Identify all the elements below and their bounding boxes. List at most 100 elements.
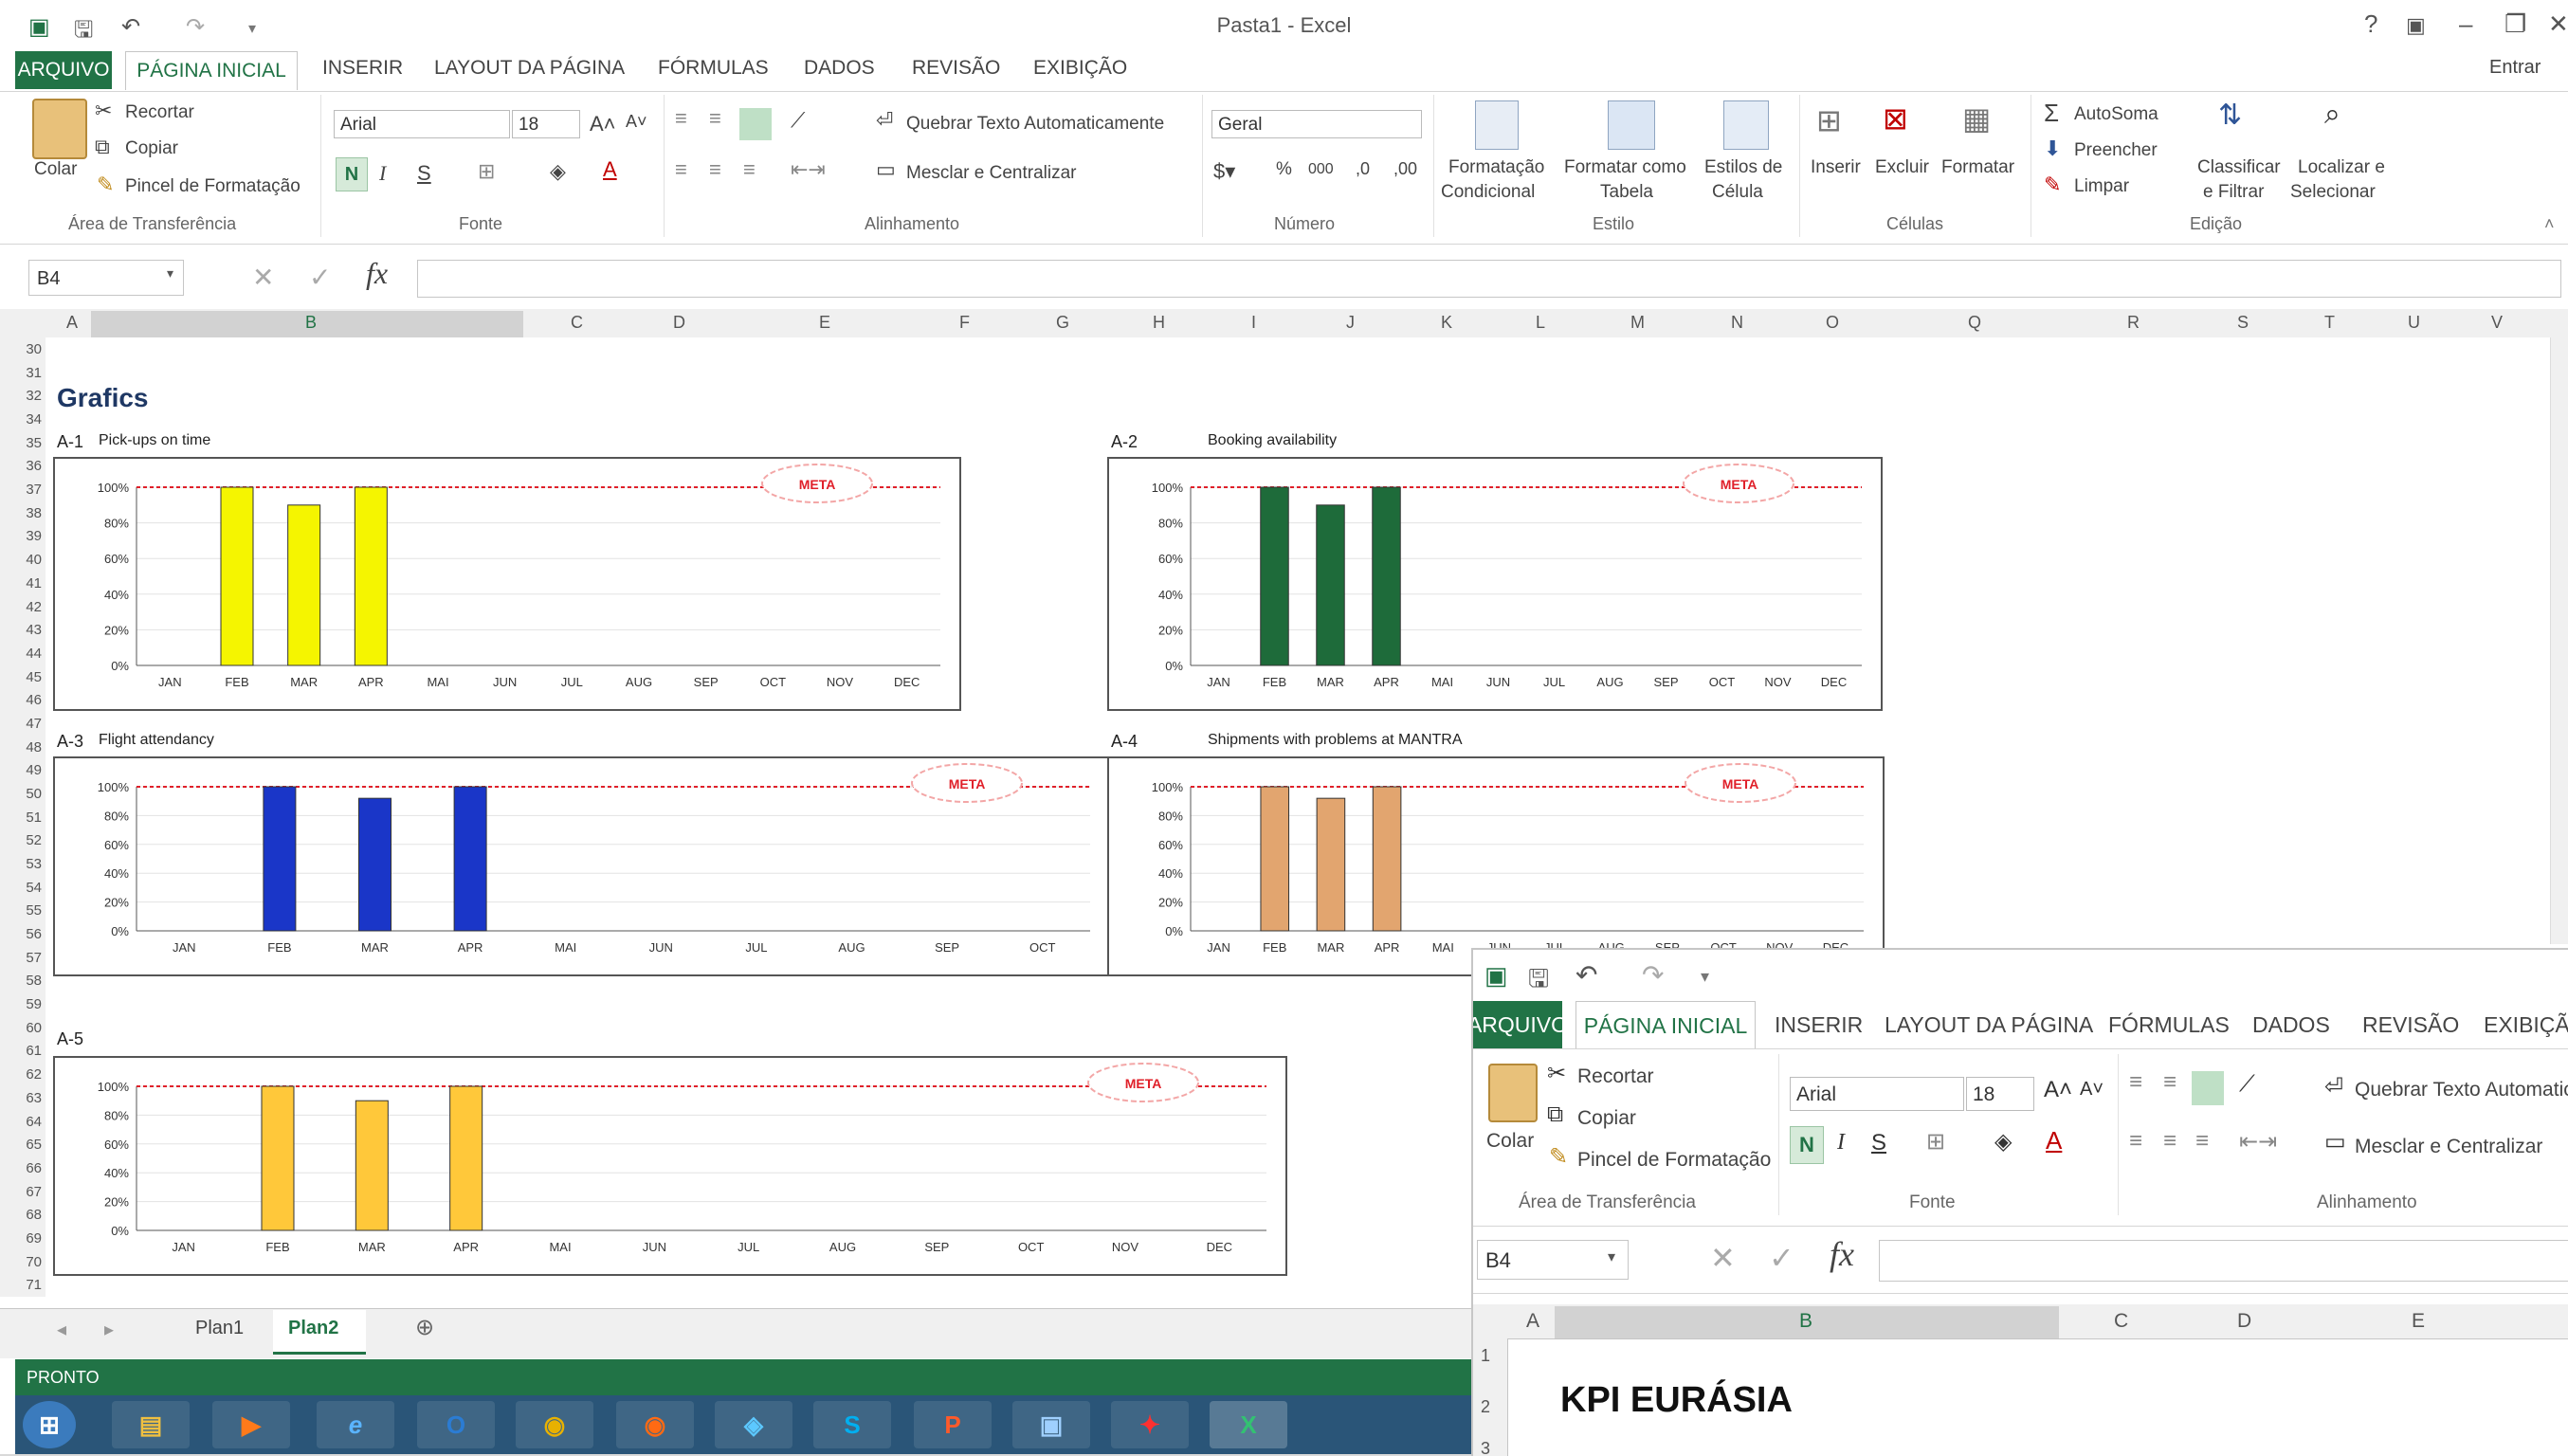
align-left-icon[interactable]: ≡ xyxy=(675,157,687,182)
vertical-scrollbar[interactable] xyxy=(2550,337,2568,944)
row-header-1[interactable]: 1 xyxy=(1481,1346,1490,1366)
row-header-64[interactable]: 64 xyxy=(4,1114,42,1130)
column-header-f[interactable]: F xyxy=(959,313,970,333)
column-header-u[interactable]: U xyxy=(2408,313,2420,333)
start-icon[interactable]: ⊞ xyxy=(23,1401,76,1448)
tab-page-layout[interactable]: LAYOUT DA PÁGINA xyxy=(434,57,625,80)
chart-a4[interactable]: 100%80%60%40%20%0%METAJANFEBMARAPRMAIJUN… xyxy=(1107,756,1885,976)
italic-button[interactable]: I xyxy=(1837,1130,1845,1156)
tab-view[interactable]: EXIBIÇÃO xyxy=(2484,1012,2568,1038)
help-icon[interactable]: ? xyxy=(2364,9,2377,39)
column-header-k[interactable]: K xyxy=(1441,313,1452,333)
column-header-s[interactable]: S xyxy=(2237,313,2249,333)
row-header-68[interactable]: 68 xyxy=(4,1207,42,1223)
tab-data[interactable]: DADOS xyxy=(2252,1012,2330,1038)
customize-icon[interactable]: ▾ xyxy=(1701,967,1709,987)
enter-icon[interactable]: ✓ xyxy=(1769,1240,1794,1276)
conditional-formatting-button-line2[interactable]: Condicional xyxy=(1441,182,1535,203)
column-header-b[interactable]: B xyxy=(305,313,317,333)
row-header-53[interactable]: 53 xyxy=(4,856,42,872)
column-header-b[interactable]: B xyxy=(1799,1310,1812,1333)
borders-icon[interactable]: ⊞ xyxy=(478,159,495,184)
cell-styles-button-line2[interactable]: Célula xyxy=(1712,182,1763,203)
row-header-50[interactable]: 50 xyxy=(4,786,42,802)
excel-icon[interactable]: X xyxy=(1210,1401,1287,1448)
increase-decimal-icon[interactable]: ,0 xyxy=(1356,159,1370,179)
name-box-dropdown-icon[interactable]: ▾ xyxy=(167,265,173,282)
align-top-icon[interactable]: ≡ xyxy=(675,106,687,131)
find-select-button-line2[interactable]: Selecionar xyxy=(2290,182,2376,203)
sheet-tab-plan1[interactable]: Plan1 xyxy=(195,1318,244,1339)
align-center-icon[interactable]: ≡ xyxy=(2163,1128,2176,1155)
row-header-34[interactable]: 34 xyxy=(4,411,42,428)
tab-review[interactable]: REVISÃO xyxy=(912,57,1000,80)
tab-insert[interactable]: INSERIR xyxy=(1775,1012,1863,1038)
sign-in-link[interactable]: Entrar xyxy=(2489,57,2541,79)
row-header-67[interactable]: 67 xyxy=(4,1184,42,1200)
row-header-43[interactable]: 43 xyxy=(4,622,42,638)
align-left-icon[interactable]: ≡ xyxy=(2129,1128,2142,1155)
chart-a1[interactable]: 100% 80% 60% 40% 20% 0% META JAN FEB MAR APR MAI JUN… xyxy=(53,457,961,711)
close-icon[interactable]: ✕ xyxy=(2548,9,2568,39)
cancel-icon[interactable]: ✕ xyxy=(1710,1240,1736,1276)
merge-center-button[interactable]: Mesclar e Centralizar xyxy=(2355,1136,2542,1158)
column-header-l[interactable]: L xyxy=(1536,313,1545,333)
skype-icon[interactable]: S xyxy=(813,1401,891,1448)
row-header-32[interactable]: 32 xyxy=(4,388,42,404)
grow-font-icon[interactable]: A˄ xyxy=(590,112,616,136)
orientation-icon[interactable]: ⟋ xyxy=(2239,1071,2255,1098)
row-header-57[interactable]: 57 xyxy=(4,950,42,966)
row-header-35[interactable]: 35 xyxy=(4,435,42,451)
align-center-icon[interactable]: ≡ xyxy=(709,157,721,182)
row-header-51[interactable]: 51 xyxy=(4,810,42,826)
column-header-v[interactable]: V xyxy=(2491,313,2503,333)
formula-input[interactable] xyxy=(417,260,2561,298)
name-box-dropdown-icon[interactable]: ▾ xyxy=(1608,1247,1615,1266)
row-header-37[interactable]: 37 xyxy=(4,482,42,498)
collapse-ribbon-icon[interactable]: ˄ xyxy=(2544,214,2555,234)
tab-scroll-left-icon[interactable]: ◂ xyxy=(57,1318,66,1341)
row-header-36[interactable]: 36 xyxy=(4,458,42,474)
borders-icon[interactable]: ⊞ xyxy=(1926,1128,1945,1156)
align-right-icon[interactable]: ≡ xyxy=(743,157,756,182)
fill-button[interactable]: Preencher xyxy=(2074,140,2158,161)
minimize-icon[interactable]: – xyxy=(2459,9,2472,39)
merge-center-button[interactable]: Mesclar e Centralizar xyxy=(906,163,1077,184)
chart-a5[interactable]: 100% 80% 60% 40% 20% 0% META JAN FEB MAR APR MAI JUN… xyxy=(53,1056,1287,1276)
underline-button[interactable]: S xyxy=(1871,1130,1886,1156)
row-header-66[interactable]: 66 xyxy=(4,1160,42,1176)
paste-icon[interactable] xyxy=(1488,1064,1538,1122)
tab-file[interactable]: ARQUIVO xyxy=(1473,1001,1568,1048)
tab-review[interactable]: REVISÃO xyxy=(2362,1012,2459,1038)
insert-cells-button[interactable]: Inserir xyxy=(1811,157,1861,178)
column-header-d[interactable]: D xyxy=(2237,1310,2251,1333)
row-header-2[interactable]: 2 xyxy=(1481,1397,1490,1417)
tab-view[interactable]: EXIBIÇÃO xyxy=(1033,57,1127,80)
new-sheet-icon[interactable]: ⊕ xyxy=(415,1314,434,1341)
format-as-table-button[interactable]: Formatar como xyxy=(1564,157,1686,178)
decrease-decimal-icon[interactable]: ,00 xyxy=(1393,159,1417,179)
tab-home[interactable]: PÁGINA INICIAL xyxy=(125,51,298,90)
column-header-n[interactable]: N xyxy=(1731,313,1743,333)
column-header-m[interactable]: M xyxy=(1630,313,1645,333)
tab-home[interactable]: PÁGINA INICIAL xyxy=(1575,1001,1756,1049)
row-header-3[interactable]: 3 xyxy=(1481,1439,1490,1456)
firefox-icon[interactable]: ◉ xyxy=(616,1401,694,1448)
copy-button[interactable]: Copiar xyxy=(1577,1107,1636,1130)
format-cells-button[interactable]: Formatar xyxy=(1941,157,2014,178)
fill-color-icon[interactable]: ◈ xyxy=(1994,1128,2012,1156)
column-header-d[interactable]: D xyxy=(673,313,685,333)
comma-style-icon[interactable]: 000 xyxy=(1308,161,1334,178)
bold-button[interactable]: N xyxy=(1790,1126,1824,1164)
wrap-text-button[interactable]: Quebrar Texto Automatic xyxy=(2355,1079,2568,1101)
column-header-a[interactable]: A xyxy=(1526,1310,1539,1333)
column-header-i[interactable]: I xyxy=(1251,313,1256,333)
insert-function-button[interactable]: fx xyxy=(1830,1234,1854,1274)
cell-styles-button[interactable]: Estilos de xyxy=(1704,157,1782,178)
indent-icon[interactable]: ⇤⇥ xyxy=(2239,1128,2277,1156)
chart-a3[interactable]: 100% 80% 60% 40% 20% 0% META JAN FEB MAR APR MAI JUN… xyxy=(53,756,1111,976)
underline-button[interactable]: S xyxy=(417,161,431,186)
column-header-c[interactable]: C xyxy=(2114,1310,2128,1333)
clear-button[interactable]: Limpar xyxy=(2074,176,2129,197)
row-header-65[interactable]: 65 xyxy=(4,1137,42,1153)
